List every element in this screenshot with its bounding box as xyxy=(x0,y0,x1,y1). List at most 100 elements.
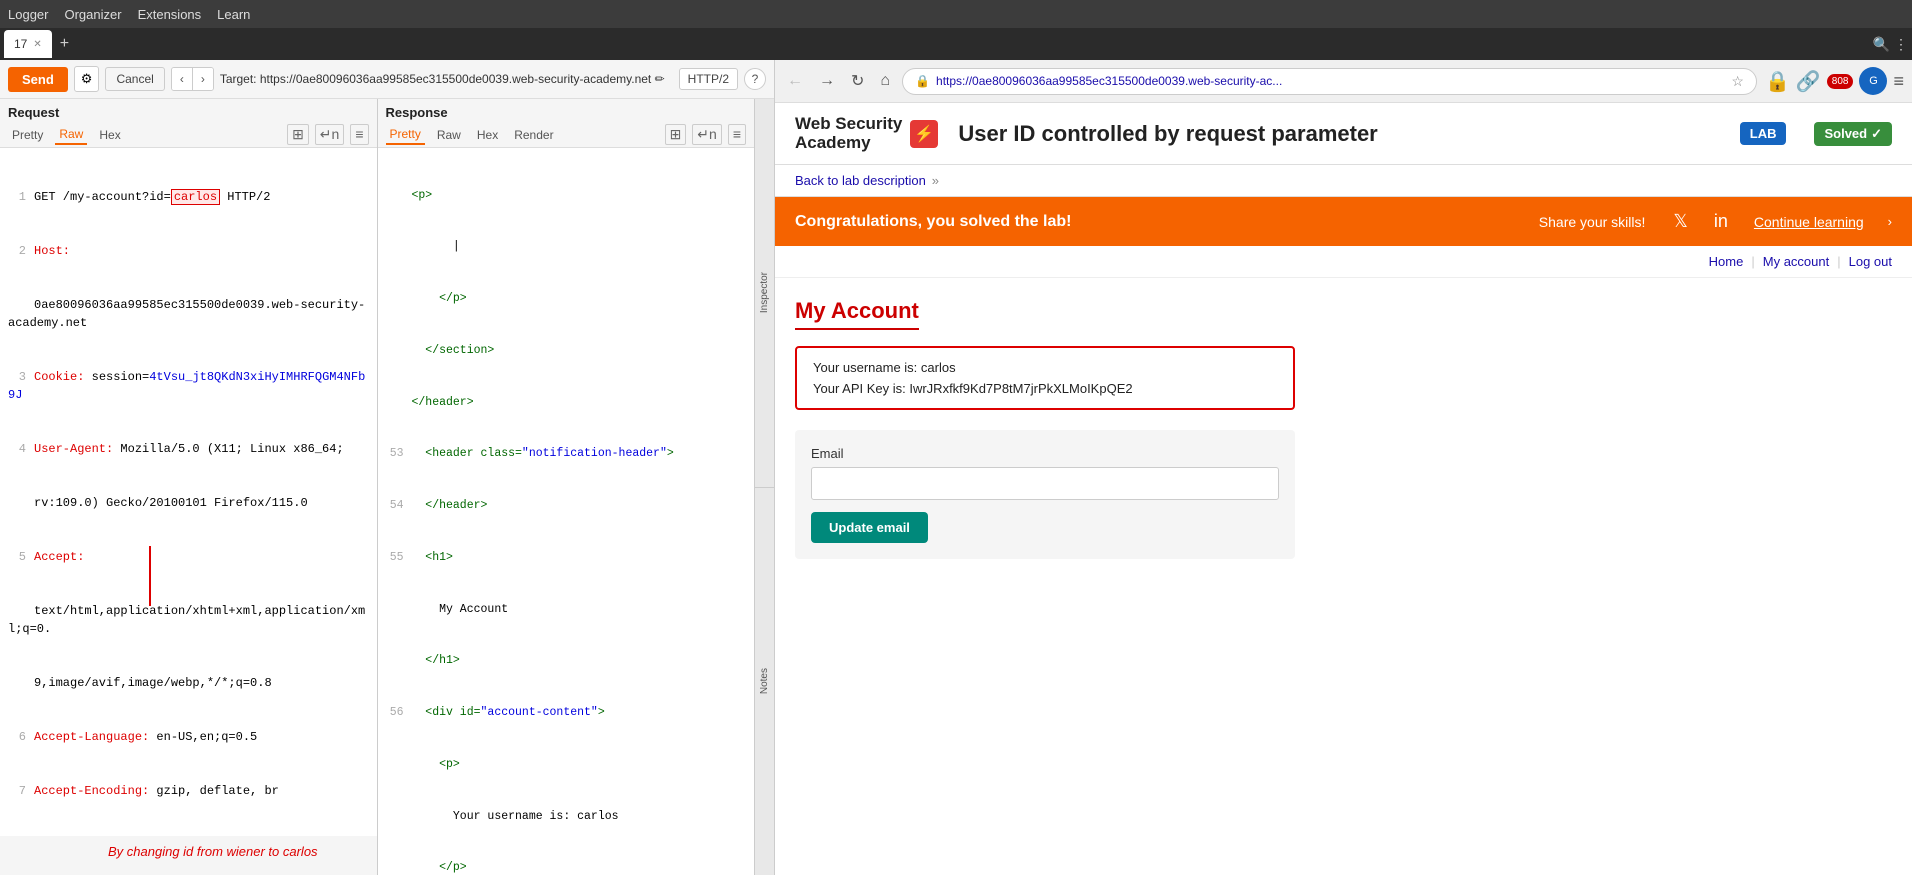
nav-sep-1: | xyxy=(1751,254,1754,269)
extension-icon-2[interactable]: 🔗 xyxy=(1796,69,1821,94)
tab-raw[interactable]: Raw xyxy=(55,125,87,145)
resp-tab-hex[interactable]: Hex xyxy=(473,126,502,144)
menu-extensions[interactable]: Extensions xyxy=(138,7,202,22)
lab-badge: LAB xyxy=(1740,122,1787,145)
back-to-lab-link[interactable]: Back to lab description xyxy=(795,173,926,188)
request-title: Request xyxy=(0,99,377,122)
tab-pretty[interactable]: Pretty xyxy=(8,126,47,144)
response-tabs: Pretty Raw Hex Render ⊞ ↵n ≡ xyxy=(378,122,755,148)
bookmark-icon[interactable]: ☆ xyxy=(1731,73,1744,90)
side-panels: Inspector Notes xyxy=(754,99,774,875)
tab-hex[interactable]: Hex xyxy=(95,126,124,144)
menu-logger[interactable]: Logger xyxy=(8,7,48,22)
more-icon[interactable]: ≡ xyxy=(350,124,368,145)
twitter-icon[interactable]: 𝕏 xyxy=(1673,211,1688,232)
share-skills-label: Share your skills! xyxy=(1539,214,1646,230)
resp-line-55c: </h1> xyxy=(386,652,747,669)
help-button[interactable]: ? xyxy=(744,68,766,90)
inspector-label: Inspector xyxy=(759,272,770,313)
code-line-2b: 0ae80096036aa99585ec315500de0039.web-sec… xyxy=(8,296,369,332)
resp-line-54: 54 </header> xyxy=(386,497,747,514)
resp-tab-icons: ⊞ ↵n ≡ xyxy=(665,124,746,145)
browser-menu-icon[interactable]: ≡ xyxy=(1893,71,1904,92)
code-line-1: 1GET /my-account?id=carlos HTTP/2 xyxy=(8,188,369,206)
code-line-3: 3Cookie: session=4tVsu_jt8QKdN3xiHyIMHRF… xyxy=(8,368,369,404)
linkedin-icon[interactable]: in xyxy=(1714,211,1728,232)
resp-line-56: 56 <div id="account-content"> xyxy=(386,704,747,721)
gear-button[interactable]: ⚙ xyxy=(74,66,100,92)
extension-icon-1[interactable]: 🔒 xyxy=(1765,69,1790,94)
nav-buttons: ‹ › xyxy=(171,67,214,91)
continue-arrow-icon: › xyxy=(1888,214,1892,229)
annotation-text: By changing id from wiener to carlos xyxy=(100,836,326,867)
wsa-logo-line2: Academy xyxy=(795,134,902,153)
resp-tab-render[interactable]: Render xyxy=(510,126,557,144)
toolbar: Send ⚙ Cancel ‹ › Target: https://0ae800… xyxy=(0,60,774,99)
tab-search-icon[interactable]: 🔍 xyxy=(1873,36,1890,53)
tab-add-icon[interactable]: + xyxy=(60,35,69,53)
congrats-banner: Congratulations, you solved the lab! Sha… xyxy=(775,197,1912,246)
browser-home-button[interactable]: ⌂ xyxy=(876,70,894,92)
tab-close-icon[interactable]: ✕ xyxy=(33,39,41,50)
send-button[interactable]: Send xyxy=(8,67,68,92)
wsa-content: My Account Your username is: carlos Your… xyxy=(775,278,1912,579)
update-email-button[interactable]: Update email xyxy=(811,512,928,543)
wrap-icon[interactable]: ⊞ xyxy=(287,124,309,145)
nav-logout-link[interactable]: Log out xyxy=(1849,254,1892,269)
menu-learn[interactable]: Learn xyxy=(217,7,250,22)
request-panel: Request Pretty Raw Hex ⊞ ↵n ≡ 1GET /my-a… xyxy=(0,99,378,875)
code-line-6: 6Accept-Language: en-US,en;q=0.5 xyxy=(8,728,369,746)
tab-label: 17 xyxy=(14,37,27,51)
nav-forward-button[interactable]: › xyxy=(193,68,213,90)
lock-icon: 🔒 xyxy=(915,74,930,88)
solved-badge: Solved ✓ xyxy=(1814,122,1892,146)
nav-sep-2: | xyxy=(1837,254,1840,269)
resp-line-56c: Your username is: carlos xyxy=(386,808,747,825)
info-box: Your username is: carlos Your API Key is… xyxy=(795,346,1295,410)
resp-tab-pretty[interactable]: Pretty xyxy=(386,125,425,145)
continue-learning-link[interactable]: Continue learning xyxy=(1754,214,1864,230)
nav-back-button[interactable]: ‹ xyxy=(172,68,193,90)
ln-icon[interactable]: ↵n xyxy=(315,124,345,145)
tab-menu-icon[interactable]: ⋮ xyxy=(1894,36,1908,53)
resp-line-55b: My Account xyxy=(386,601,747,618)
resp-ln-icon[interactable]: ↵n xyxy=(692,124,722,145)
browser-back-button[interactable]: ← xyxy=(783,70,807,92)
resp-tab-raw[interactable]: Raw xyxy=(433,126,465,144)
request-tabs: Pretty Raw Hex ⊞ ↵n ≡ xyxy=(0,122,377,148)
request-code-area[interactable]: 1GET /my-account?id=carlos HTTP/2 2Host:… xyxy=(0,148,377,836)
resp-line-p: <p> xyxy=(386,187,747,204)
wsa-lightning-icon: ⚡ xyxy=(910,120,938,148)
tab-17[interactable]: 17 ✕ xyxy=(4,30,52,58)
wsa-header: Web Security Academy ⚡ User ID controlle… xyxy=(775,103,1912,165)
cancel-button[interactable]: Cancel xyxy=(105,67,164,91)
panel-tab-icons: ⊞ ↵n ≡ xyxy=(287,124,368,145)
resp-more-icon[interactable]: ≡ xyxy=(728,124,746,145)
response-panel: Response Pretty Raw Hex Render ⊞ ↵n ≡ <p… xyxy=(378,99,755,875)
browser-icons: 🔒 🔗 808 G ≡ xyxy=(1765,67,1904,95)
wsa-nav-links: Home | My account | Log out xyxy=(775,246,1912,278)
resp-line-eheader: </header> xyxy=(386,394,747,411)
wsa-logo-line1: Web Security xyxy=(795,115,902,134)
wsa-sub-header: Back to lab description » xyxy=(775,165,1912,197)
response-title: Response xyxy=(378,99,755,122)
menu-organizer[interactable]: Organizer xyxy=(64,7,121,22)
url-text: https://0ae80096036aa99585ec315500de0039… xyxy=(936,74,1725,88)
browser-forward-button[interactable]: → xyxy=(815,70,839,92)
edit-icon[interactable]: ✏ xyxy=(655,72,665,86)
target-prefix: Target: xyxy=(220,72,257,86)
nav-home-link[interactable]: Home xyxy=(1709,254,1744,269)
api-key-line: Your API Key is: IwrJRxfkf9Kd7P8tM7jrPkX… xyxy=(813,381,1277,396)
browser-refresh-button[interactable]: ↻ xyxy=(847,69,868,93)
url-bar[interactable]: 🔒 https://0ae80096036aa99585ec315500de00… xyxy=(902,68,1757,95)
resp-wrap-icon[interactable]: ⊞ xyxy=(665,124,687,145)
target-display: Target: https://0ae80096036aa99585ec3155… xyxy=(220,72,673,86)
response-code-area[interactable]: <p> | </p> </section> </header> 53 <head… xyxy=(378,148,755,875)
nav-my-account-link[interactable]: My account xyxy=(1763,254,1829,269)
email-section: Email Update email xyxy=(795,430,1295,559)
annotation-arrow xyxy=(140,546,260,606)
resp-line-pipe: | xyxy=(386,238,747,255)
notes-label: Notes xyxy=(759,668,770,694)
email-input[interactable] xyxy=(811,467,1279,500)
profile-icon[interactable]: G xyxy=(1859,67,1887,95)
